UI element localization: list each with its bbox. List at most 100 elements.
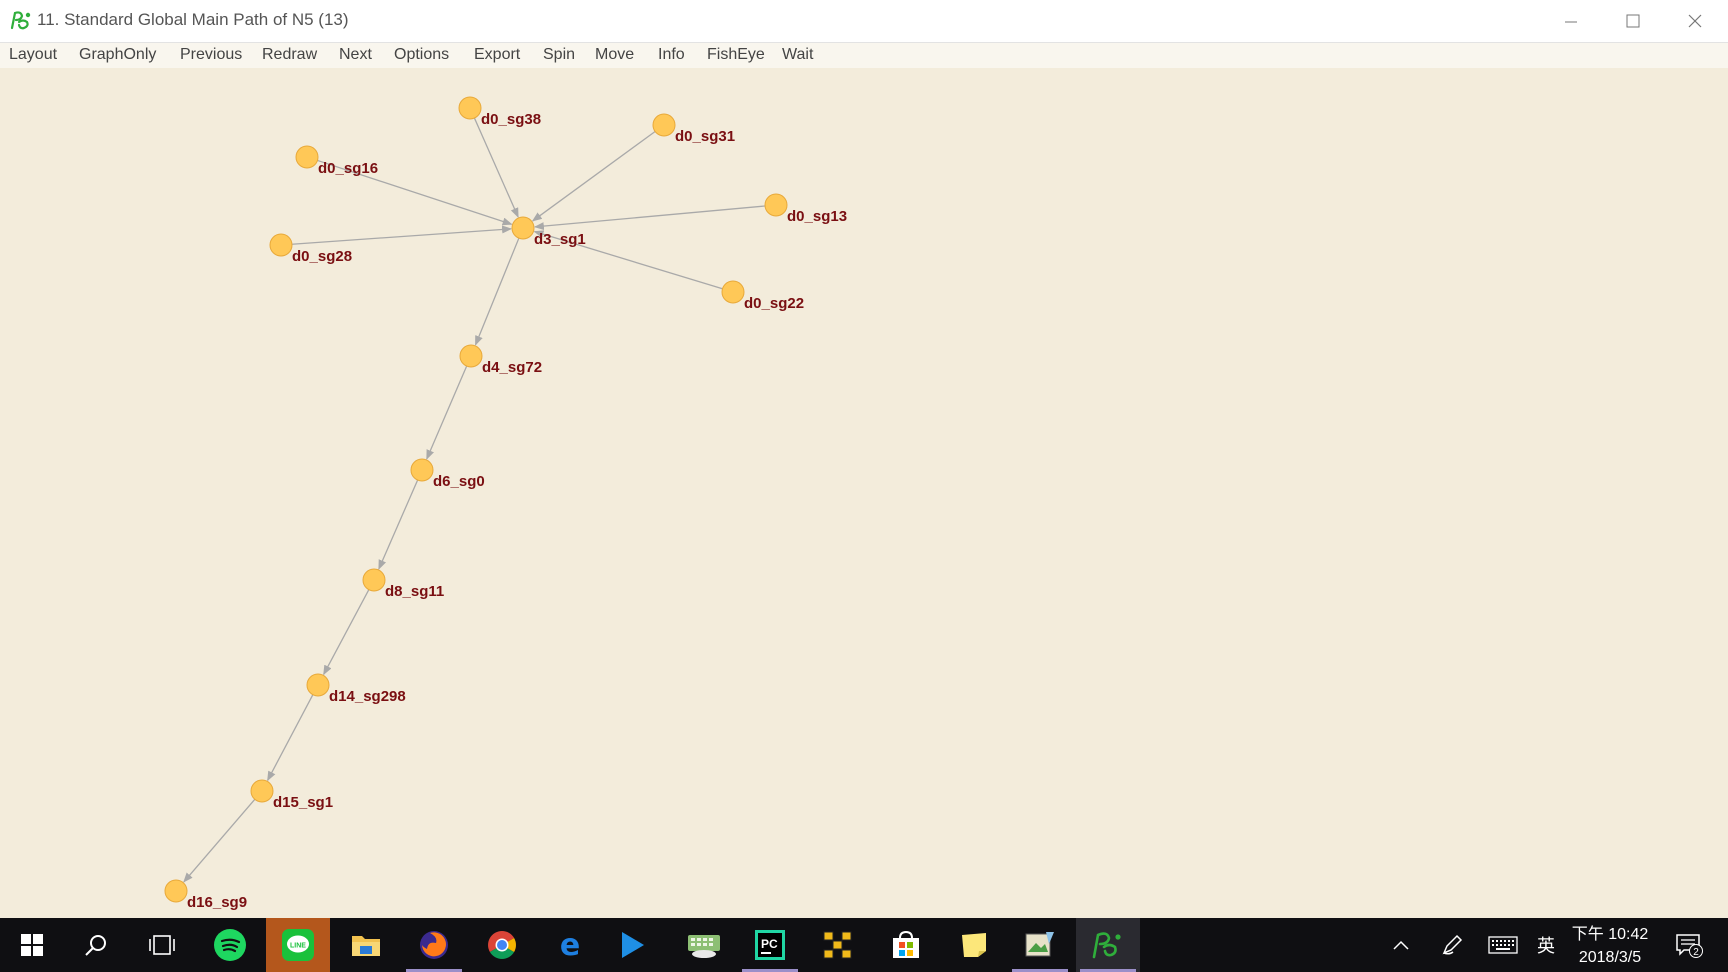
node-label: d4_sg72 <box>482 359 542 376</box>
pycharm-icon: PC <box>755 930 785 960</box>
node-d14_sg298[interactable]: d14_sg298 <box>306 673 406 705</box>
show-hidden-icons-button[interactable] <box>1386 918 1416 972</box>
keyboard-cloud-icon <box>688 935 720 958</box>
node-circle[interactable] <box>410 458 434 482</box>
search-button[interactable] <box>64 918 128 972</box>
taskbar-pycharm[interactable]: PC <box>738 918 802 972</box>
spotify-icon <box>214 929 246 961</box>
node-d0_sg22[interactable]: d0_sg22 <box>721 280 804 312</box>
node-d0_sg13[interactable]: d0_sg13 <box>764 193 847 225</box>
taskbar-edge[interactable]: e <box>538 918 602 972</box>
node-d16_sg9[interactable]: d16_sg9 <box>164 879 247 911</box>
node-circle[interactable] <box>652 113 676 137</box>
action-center-button[interactable]: 2 <box>1668 918 1712 972</box>
menu-layout[interactable]: Layout <box>9 46 57 64</box>
node-circle[interactable] <box>164 879 188 903</box>
task-view-icon <box>149 935 175 955</box>
pajek-logo-icon <box>10 11 31 30</box>
edge-d0_sg13-to-d3_sg1 <box>533 205 766 231</box>
node-d3_sg1[interactable]: d3_sg1 <box>511 216 586 248</box>
edge-d0_sg31-to-d3_sg1 <box>531 130 656 222</box>
pen-workspace-button[interactable] <box>1436 918 1468 972</box>
taskbar-image-viewer[interactable] <box>1008 918 1072 972</box>
node-circle[interactable] <box>362 568 386 592</box>
taskbar-firefox[interactable] <box>402 918 466 972</box>
title-bar[interactable]: 11. Standard Global Main Path of N5 (13) <box>0 0 1728 43</box>
menu-info[interactable]: Info <box>658 46 685 64</box>
node-d0_sg16[interactable]: d0_sg16 <box>295 145 378 177</box>
taskbar-sticky-notes[interactable] <box>942 918 1006 972</box>
menu-redraw[interactable]: Redraw <box>262 46 317 64</box>
node-circle[interactable] <box>458 96 482 120</box>
taskbar-media-player[interactable] <box>600 918 664 972</box>
menu-previous[interactable]: Previous <box>180 46 242 64</box>
node-circle[interactable] <box>459 344 483 368</box>
svg-text:LINE: LINE <box>290 943 306 950</box>
node-label: d0_sg13 <box>787 208 847 225</box>
svg-text:e: e <box>560 930 580 960</box>
ime-indicator[interactable]: 英 <box>1534 918 1558 972</box>
node-circle[interactable] <box>764 193 788 217</box>
task-view-button[interactable] <box>130 918 194 972</box>
taskbar-clock[interactable]: 下午 10:42 2018/3/5 <box>1560 923 1660 969</box>
node-label: d0_sg28 <box>292 248 352 265</box>
maximize-icon <box>1626 14 1640 28</box>
node-circle[interactable] <box>511 216 535 240</box>
folder-icon <box>352 936 380 956</box>
network-graph[interactable]: d0_sg38 d0_sg31 d0_sg16 d0_sg13 d3_sg1 d0_sg2… <box>0 68 1728 918</box>
node-d0_sg28[interactable]: d0_sg28 <box>269 233 352 265</box>
notification-icon: 2 <box>1676 934 1703 958</box>
firefox-icon <box>420 931 448 959</box>
touch-keyboard-button[interactable] <box>1486 918 1520 972</box>
node-label: d8_sg11 <box>385 583 444 600</box>
taskbar-chrome[interactable] <box>470 918 534 972</box>
pajek-draw-window: 11. Standard Global Main Path of N5 (13)… <box>0 0 1728 918</box>
taskbar-pajek[interactable] <box>1076 918 1140 972</box>
chevron-up-icon <box>1393 940 1409 950</box>
edge-d0_sg28-to-d3_sg1 <box>291 225 513 245</box>
pen-icon <box>1442 934 1463 955</box>
taskbar-network-app[interactable] <box>806 918 870 972</box>
edge-d0_sg38-to-d3_sg1 <box>473 117 519 218</box>
taskbar-store[interactable] <box>874 918 938 972</box>
node-circle[interactable] <box>721 280 745 304</box>
maximize-button[interactable] <box>1602 0 1664 42</box>
menu-spin[interactable]: Spin <box>543 46 575 64</box>
taskbar-keyboard-app[interactable] <box>672 918 736 972</box>
start-button[interactable] <box>0 918 64 972</box>
menu-fisheye[interactable]: FishEye <box>707 46 765 64</box>
windows-start-icon <box>21 934 43 956</box>
node-d0_sg38[interactable]: d0_sg38 <box>458 96 541 128</box>
node-circle[interactable] <box>306 673 330 697</box>
menu-bar: Layout GraphOnly Previous Redraw Next Op… <box>0 43 1728 68</box>
node-d15_sg1[interactable]: d15_sg1 <box>250 779 333 811</box>
node-circle[interactable] <box>295 145 319 169</box>
menu-options[interactable]: Options <box>394 46 449 64</box>
windows-taskbar: LINE e PC 英 下午 10:42 2018/3/5 2 <box>0 918 1728 972</box>
edge-d15_sg1-to-d16_sg9 <box>183 798 256 883</box>
minimize-button[interactable] <box>1540 0 1602 42</box>
node-d4_sg72[interactable]: d4_sg72 <box>459 344 542 376</box>
node-d6_sg0[interactable]: d6_sg0 <box>410 458 485 490</box>
node-d0_sg31[interactable]: d0_sg31 <box>652 113 735 145</box>
node-label: d16_sg9 <box>187 894 247 911</box>
menu-export[interactable]: Export <box>474 46 520 64</box>
play-icon <box>622 932 644 958</box>
close-button[interactable] <box>1664 0 1726 42</box>
node-label: d3_sg1 <box>534 231 586 248</box>
menu-graphonly[interactable]: GraphOnly <box>79 46 156 64</box>
menu-next[interactable]: Next <box>339 46 372 64</box>
node-circle[interactable] <box>250 779 274 803</box>
menu-wait[interactable]: Wait <box>782 46 813 64</box>
close-icon <box>1688 14 1702 28</box>
node-label: d0_sg38 <box>481 111 541 128</box>
node-label: d0_sg31 <box>675 128 735 145</box>
node-d8_sg11[interactable]: d8_sg11 <box>362 568 444 600</box>
edge-icon: e <box>560 930 580 960</box>
graph-canvas[interactable]: d0_sg38 d0_sg31 d0_sg16 d0_sg13 d3_sg1 d0_sg2… <box>0 68 1728 918</box>
node-circle[interactable] <box>269 233 293 257</box>
menu-move[interactable]: Move <box>595 46 634 64</box>
taskbar-spotify[interactable] <box>198 918 262 972</box>
taskbar-file-explorer[interactable] <box>334 918 398 972</box>
taskbar-line[interactable]: LINE <box>266 918 330 972</box>
